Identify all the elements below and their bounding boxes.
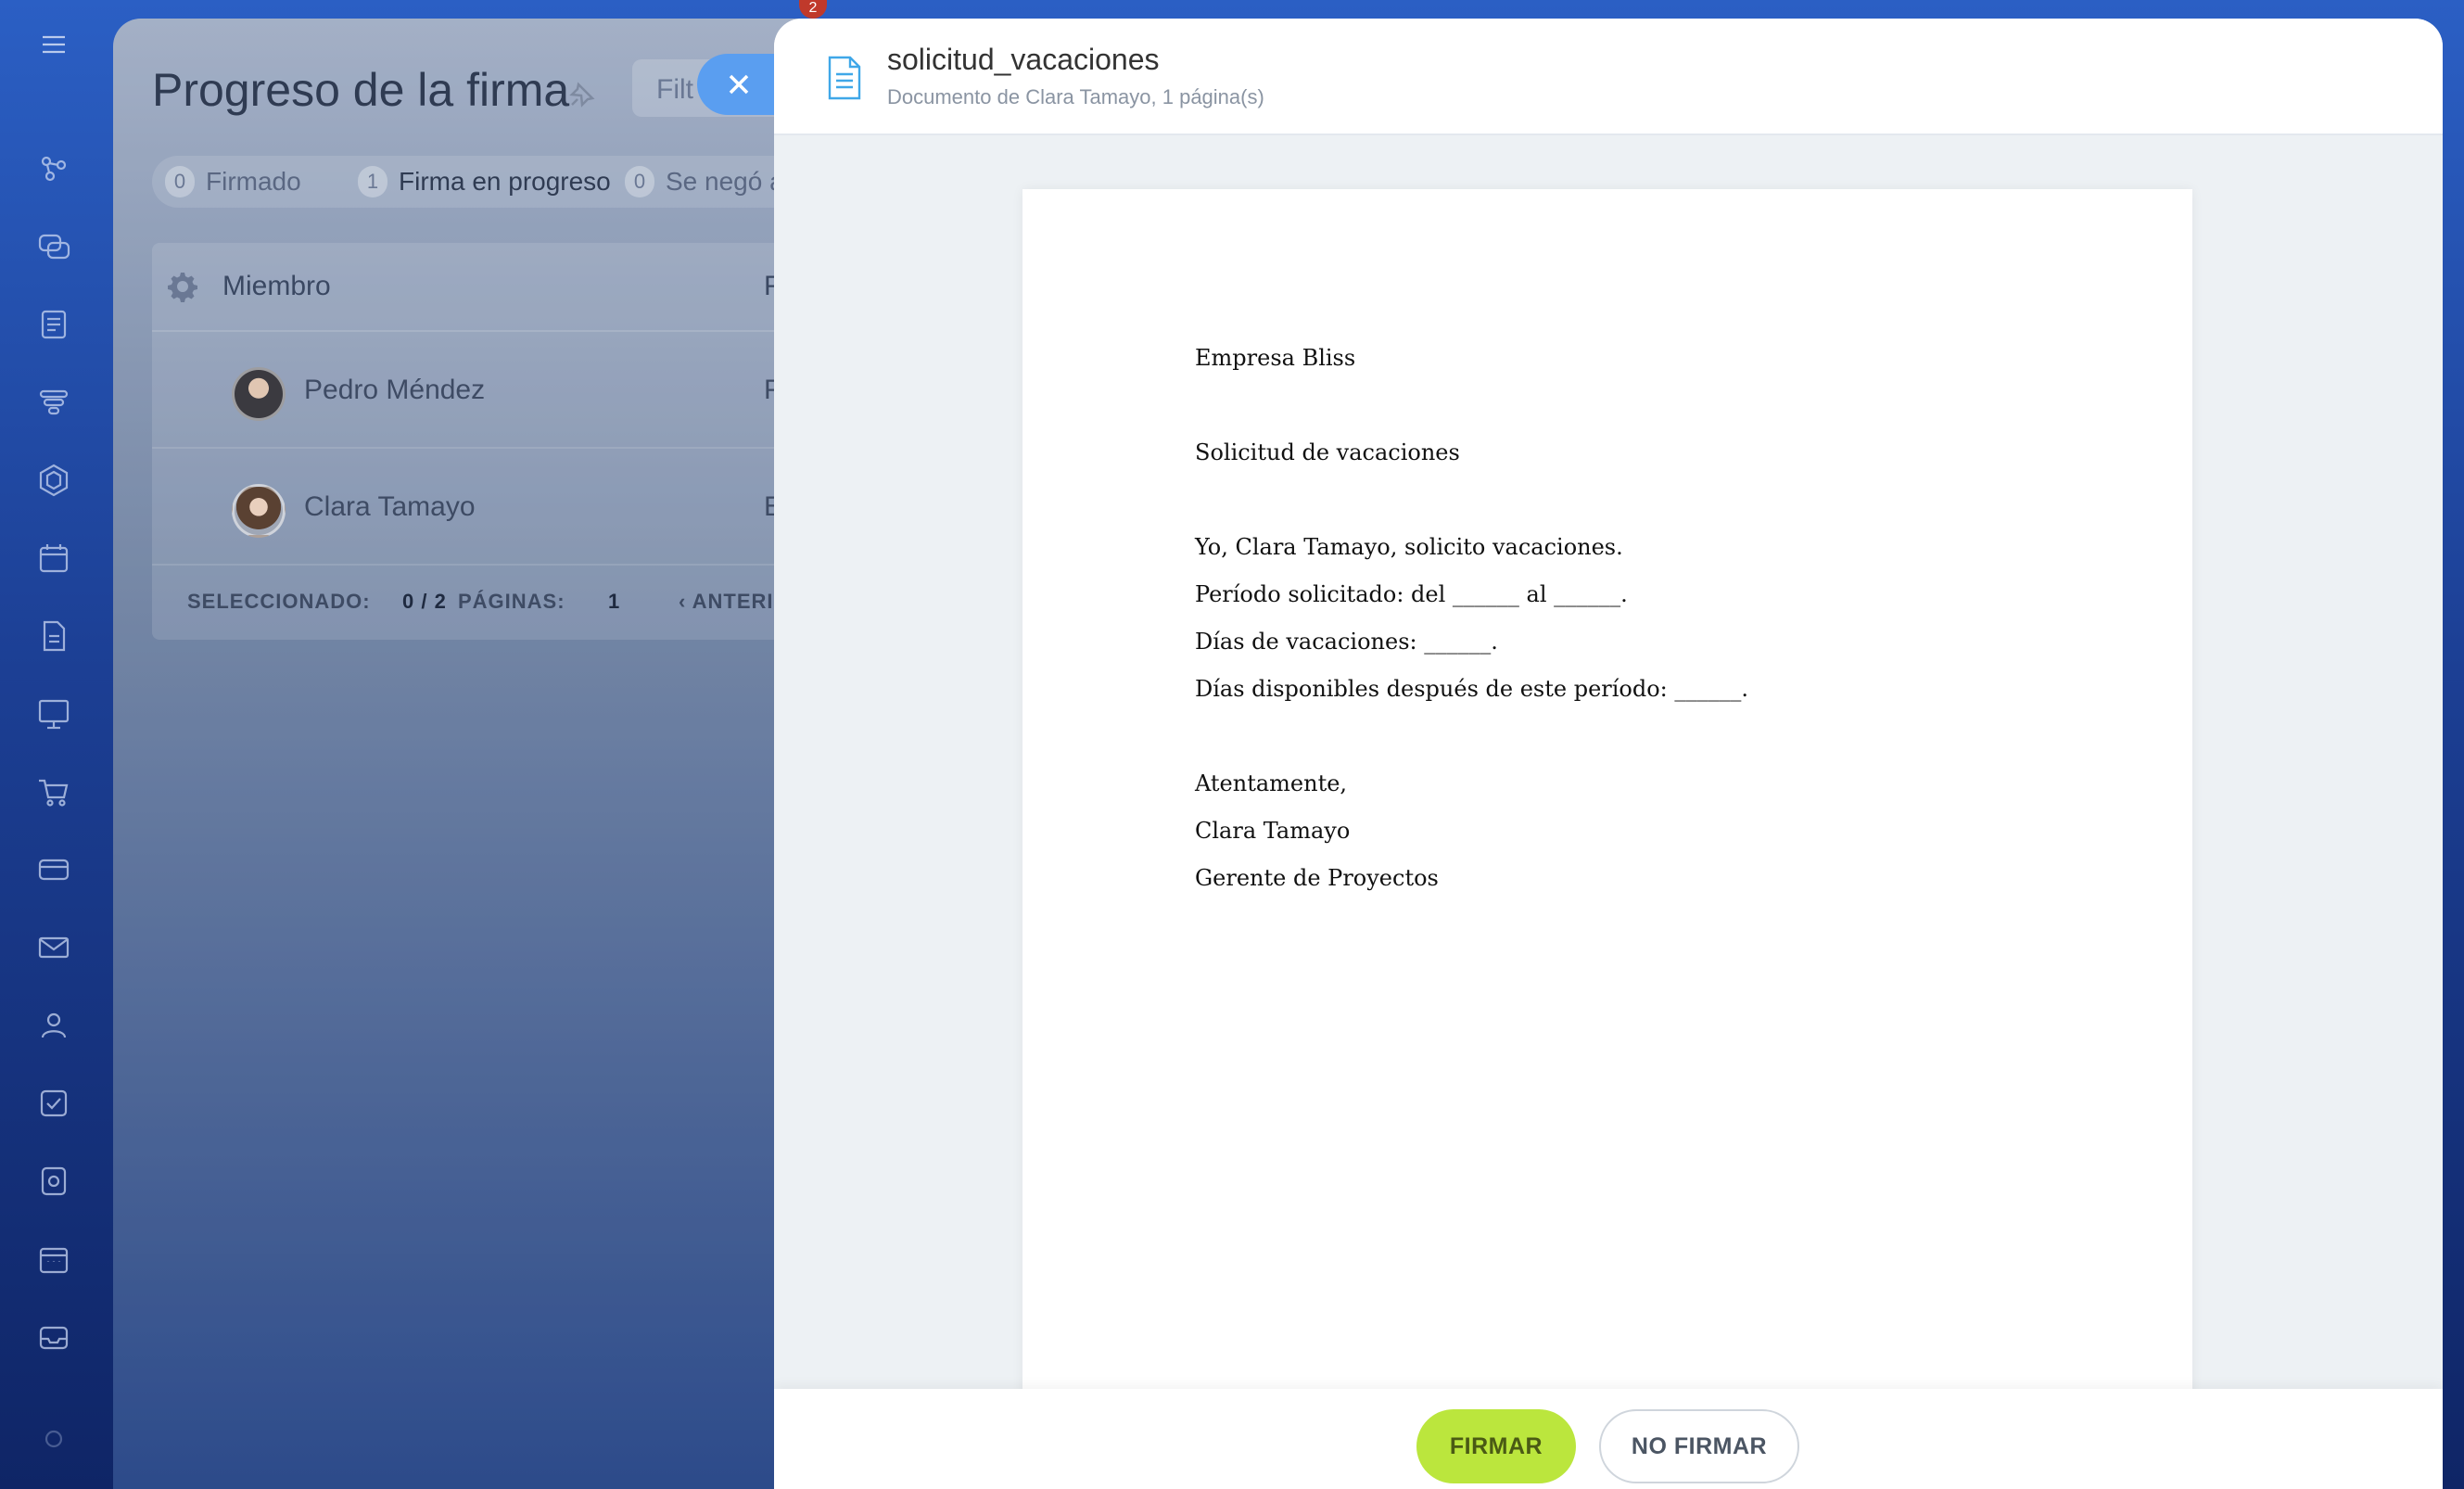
selected-value: 0 / 2 (402, 590, 447, 613)
avatar (232, 367, 286, 421)
chat-icon[interactable] (33, 226, 74, 267)
table-footer: SELECCIONADO: 0 / 2 PÁGINAS: 1 ‹ ANTERIO… (152, 562, 818, 640)
status-refused[interactable]: 0 Se negó a (625, 156, 784, 208)
overlay-shade (113, 19, 818, 1489)
settings-box-icon[interactable] (33, 1161, 74, 1202)
document-page: Empresa Bliss Solicitud de vacaciones Yo… (1022, 189, 2192, 1413)
doc-line: Días disponibles después de este período… (1195, 676, 1749, 702)
checkbox-icon[interactable] (33, 1083, 74, 1124)
status-filter-bar: 0 Firmado 1 Firma en progreso 0 Se negó … (152, 156, 818, 208)
hexagon-icon[interactable] (33, 460, 74, 501)
doc-line: Días de vacaciones: ______. (1195, 629, 1498, 655)
doc-line: Atentamente, (1195, 770, 1348, 796)
status-count: 1 (358, 166, 387, 197)
close-icon (729, 74, 749, 95)
table-row[interactable]: Clara Tamayo E (152, 449, 818, 566)
doc-line: Empresa Bliss (1195, 345, 1356, 371)
status-count: 0 (625, 166, 654, 197)
doc-line: Gerente de Proyectos (1195, 865, 1439, 891)
doc-line: Yo, Clara Tamayo, solicito vacaciones. (1195, 534, 1623, 560)
doc-line: Clara Tamayo (1195, 818, 1351, 844)
status-label: Firmado (206, 167, 301, 196)
viewer-header: solicitud_vacaciones Documento de Clara … (774, 19, 2443, 135)
page-title: Progreso de la firma (152, 64, 570, 116)
status-label: Se negó a (666, 167, 784, 196)
member-name[interactable]: Pedro Méndez (304, 375, 485, 406)
background-panel: Progreso de la firma Filt 0 Firmado 1 Fi… (113, 19, 818, 1489)
document-subtitle: Documento de Clara Tamayo, 1 página(s) (887, 85, 1264, 108)
pages-value: 1 (608, 590, 621, 613)
users-icon[interactable] (33, 1005, 74, 1046)
cart-icon[interactable] (33, 771, 74, 812)
menu-icon[interactable] (33, 24, 74, 65)
viewer-footer: FIRMAR NO FIRMAR (774, 1389, 2443, 1489)
doc-line: Solicitud de vacaciones (1195, 439, 1460, 465)
doc-line: Período solicitado: del ______ al ______… (1195, 581, 1628, 607)
status-signed[interactable]: 0 Firmado (165, 156, 301, 208)
column-header-member[interactable]: Miembro (222, 271, 331, 302)
gear-icon[interactable] (33, 1419, 74, 1459)
mail-icon[interactable] (33, 927, 74, 968)
status-label: Firma en progreso (399, 167, 611, 196)
document-icon[interactable] (33, 616, 74, 656)
selected-label: SELECCIONADO: (187, 590, 371, 613)
document-viewer: solicitud_vacaciones Documento de Clara … (774, 19, 2443, 1489)
calendar-grid-icon[interactable] (33, 1239, 74, 1279)
card-icon[interactable] (33, 849, 74, 890)
status-in-progress[interactable]: 1 Firma en progreso (358, 156, 611, 208)
pin-icon[interactable] (567, 80, 597, 109)
decline-button[interactable]: NO FIRMAR (1599, 1409, 1799, 1483)
member-name[interactable]: Clara Tamayo (304, 491, 476, 523)
status-count: 0 (165, 166, 195, 197)
presentation-icon[interactable] (33, 694, 74, 734)
close-button[interactable] (697, 54, 784, 115)
funnel-icon[interactable] (33, 382, 74, 423)
avatar (232, 484, 286, 538)
sign-button[interactable]: FIRMAR (1416, 1409, 1576, 1483)
graph-icon[interactable] (33, 148, 74, 189)
gear-icon[interactable] (167, 271, 198, 302)
table-header: Miembro F (152, 243, 818, 332)
left-sidebar (0, 0, 111, 1489)
notification-badge: 2 (799, 0, 827, 19)
document-title: solicitud_vacaciones (887, 43, 1160, 76)
feed-icon[interactable] (33, 304, 74, 345)
pages-label: PÁGINAS: (458, 590, 565, 613)
table-row[interactable]: Pedro Méndez F (152, 332, 818, 449)
document-icon (826, 54, 863, 102)
filter-placeholder: Filt (656, 74, 693, 105)
calendar-icon[interactable] (33, 538, 74, 579)
inbox-icon[interactable] (33, 1317, 74, 1357)
members-table: Miembro F Pedro Méndez F Clara Tamayo E … (152, 243, 818, 640)
